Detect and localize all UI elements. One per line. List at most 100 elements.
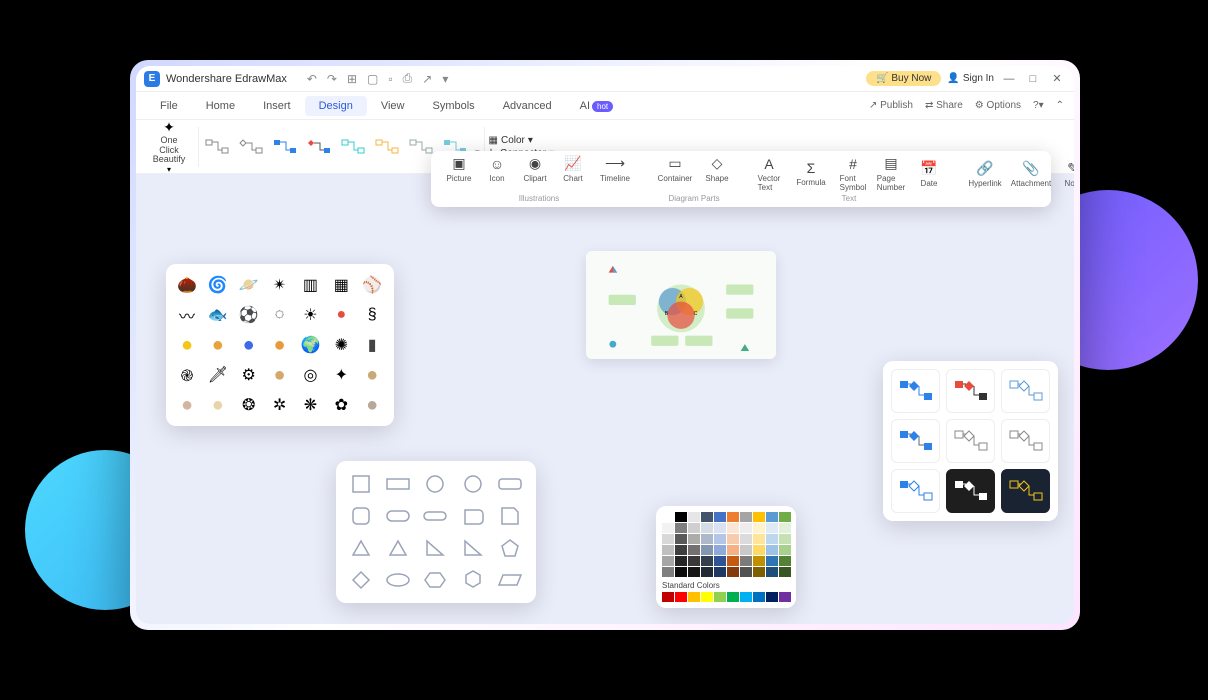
clipart-item[interactable]: ◌ bbox=[267, 302, 293, 328]
color-swatch[interactable] bbox=[727, 523, 739, 533]
flow-style-option[interactable] bbox=[1001, 369, 1050, 413]
color-swatch[interactable] bbox=[688, 556, 700, 566]
color-swatch[interactable] bbox=[701, 567, 713, 577]
clipart-item[interactable]: ⚾ bbox=[359, 272, 385, 298]
color-swatch[interactable] bbox=[688, 567, 700, 577]
clipart-item[interactable]: 🪐 bbox=[236, 272, 262, 298]
clipart-item[interactable]: ● bbox=[328, 302, 354, 328]
clipart-item[interactable]: ✲ bbox=[267, 392, 293, 418]
shape-roundsq[interactable] bbox=[346, 503, 376, 529]
clipart-item[interactable]: 🌀 bbox=[205, 272, 231, 298]
color-swatch[interactable] bbox=[662, 545, 674, 555]
flow-style-3[interactable] bbox=[271, 136, 301, 158]
clipart-item[interactable]: 🗡 bbox=[205, 362, 231, 388]
clipart-item[interactable]: ▥ bbox=[297, 272, 323, 298]
new-icon[interactable]: ⊞ bbox=[347, 72, 357, 86]
color-swatch[interactable] bbox=[727, 545, 739, 555]
container-button[interactable]: ▭Container bbox=[653, 155, 697, 183]
clipart-item[interactable]: 🌰 bbox=[174, 272, 200, 298]
menu-insert[interactable]: Insert bbox=[249, 96, 305, 116]
redo-icon[interactable]: ↷ bbox=[327, 72, 337, 86]
color-swatch[interactable] bbox=[662, 512, 674, 522]
color-swatch[interactable] bbox=[779, 567, 791, 577]
menu-view[interactable]: View bbox=[367, 96, 419, 116]
flow-style-option[interactable] bbox=[891, 469, 940, 513]
clipart-item[interactable]: ☀ bbox=[297, 302, 323, 328]
clipart-item[interactable]: ✦ bbox=[328, 362, 354, 388]
color-swatch[interactable] bbox=[714, 512, 726, 522]
clipart-item[interactable]: ▦ bbox=[328, 272, 354, 298]
clipart-item[interactable]: ✿ bbox=[328, 392, 354, 418]
chart-button[interactable]: 📈Chart bbox=[555, 155, 591, 183]
flow-style-6[interactable] bbox=[373, 136, 403, 158]
color-swatch[interactable] bbox=[779, 534, 791, 544]
clipart-item[interactable]: ● bbox=[267, 362, 293, 388]
color-swatch[interactable] bbox=[740, 534, 752, 544]
color-swatch[interactable] bbox=[714, 556, 726, 566]
flow-style-option[interactable] bbox=[891, 369, 940, 413]
undo-icon[interactable]: ↶ bbox=[307, 72, 317, 86]
options-button[interactable]: ⚙ Options bbox=[975, 100, 1021, 111]
hyperlink-button[interactable]: 🔗Hyperlink bbox=[963, 155, 1007, 192]
flow-style-4[interactable] bbox=[305, 136, 335, 158]
color-swatch[interactable] bbox=[766, 592, 778, 602]
clipart-item[interactable]: ● bbox=[174, 332, 200, 358]
color-swatch[interactable] bbox=[727, 567, 739, 577]
shape-pentagon[interactable] bbox=[495, 535, 525, 561]
flow-style-option-navy[interactable] bbox=[1001, 469, 1050, 513]
save-icon[interactable]: ▫ bbox=[388, 72, 392, 86]
color-swatch[interactable] bbox=[688, 534, 700, 544]
color-swatch[interactable] bbox=[714, 523, 726, 533]
publish-button[interactable]: ↗ Publish bbox=[869, 100, 913, 111]
shape-button[interactable]: ◇Shape bbox=[699, 155, 735, 183]
menu-advanced[interactable]: Advanced bbox=[489, 96, 566, 116]
shape-right-triangle[interactable] bbox=[420, 535, 450, 561]
color-swatch[interactable] bbox=[753, 592, 765, 602]
icon-button[interactable]: ☺Icon bbox=[479, 155, 515, 183]
color-swatch[interactable] bbox=[740, 545, 752, 555]
clipart-item[interactable]: ◎ bbox=[297, 362, 323, 388]
color-swatch[interactable] bbox=[727, 512, 739, 522]
color-swatch[interactable] bbox=[753, 567, 765, 577]
formula-button[interactable]: ΣFormula bbox=[789, 155, 833, 192]
color-swatch[interactable] bbox=[779, 545, 791, 555]
clipart-button[interactable]: ◉Clipart bbox=[517, 155, 553, 183]
color-swatch[interactable] bbox=[766, 512, 778, 522]
color-swatch[interactable] bbox=[675, 512, 687, 522]
clipart-item[interactable]: ✺ bbox=[328, 332, 354, 358]
color-swatch[interactable] bbox=[727, 534, 739, 544]
color-swatch[interactable] bbox=[675, 534, 687, 544]
color-swatch[interactable] bbox=[766, 534, 778, 544]
shape-pill[interactable] bbox=[420, 503, 450, 529]
color-swatch[interactable] bbox=[766, 523, 778, 533]
picture-button[interactable]: ▣Picture bbox=[441, 155, 477, 183]
color-swatch[interactable] bbox=[779, 512, 791, 522]
color-swatch[interactable] bbox=[753, 556, 765, 566]
color-swatch[interactable] bbox=[701, 523, 713, 533]
font-symbol-button[interactable]: #Font Symbol bbox=[835, 155, 871, 192]
color-swatch[interactable] bbox=[662, 523, 674, 533]
clipart-item[interactable]: ● bbox=[267, 332, 293, 358]
color-swatch[interactable] bbox=[714, 534, 726, 544]
flow-style-option[interactable] bbox=[1001, 419, 1050, 463]
close-button[interactable]: ✕ bbox=[1048, 72, 1066, 85]
color-swatch[interactable] bbox=[688, 592, 700, 602]
color-swatch[interactable] bbox=[779, 592, 791, 602]
flow-style-option[interactable] bbox=[946, 369, 995, 413]
maximize-button[interactable]: □ bbox=[1024, 73, 1042, 85]
clipart-item[interactable]: ❋ bbox=[297, 392, 323, 418]
color-swatch[interactable] bbox=[662, 556, 674, 566]
menu-file[interactable]: File bbox=[146, 96, 192, 116]
collapse-ribbon-button[interactable]: ⌃ bbox=[1056, 100, 1064, 111]
color-swatch[interactable] bbox=[714, 592, 726, 602]
shape-hexagon2[interactable] bbox=[458, 567, 488, 593]
color-swatch[interactable] bbox=[727, 592, 739, 602]
menu-design[interactable]: Design bbox=[305, 96, 367, 116]
menu-home[interactable]: Home bbox=[192, 96, 249, 116]
color-swatch[interactable] bbox=[701, 534, 713, 544]
clipart-item[interactable]: ⚙ bbox=[236, 362, 262, 388]
help-button[interactable]: ?▾ bbox=[1033, 100, 1044, 111]
shape-rectangle[interactable] bbox=[383, 471, 413, 497]
color-swatch[interactable] bbox=[688, 545, 700, 555]
shape-roundrect[interactable] bbox=[495, 471, 525, 497]
